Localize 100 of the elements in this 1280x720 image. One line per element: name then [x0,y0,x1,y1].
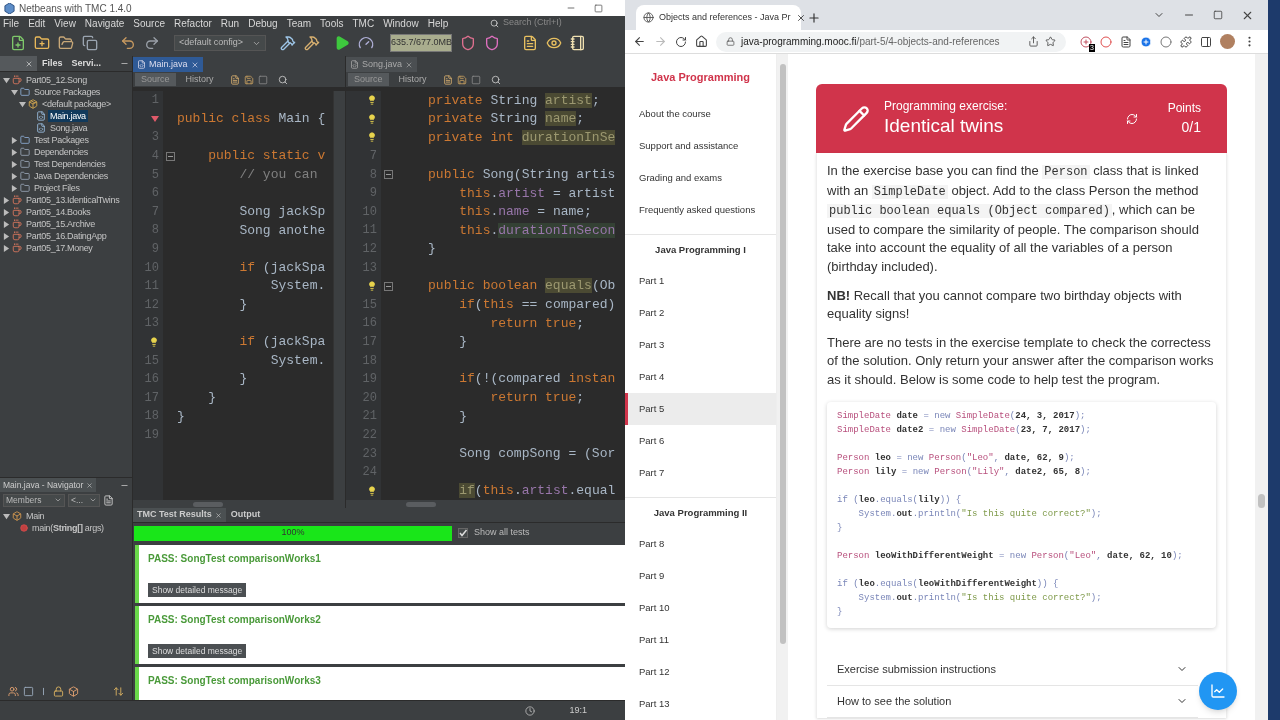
collapse-arrow-icon[interactable] [19,100,26,108]
close-icon[interactable] [795,12,806,23]
back-icon[interactable] [633,35,646,48]
lightbulb-icon[interactable] [366,132,377,143]
menu-item[interactable]: TMC [351,15,376,31]
eye-icon[interactable] [546,35,562,51]
fold-icon[interactable] [384,281,394,291]
url-text[interactable]: java-programming.mooc.fi/part-5/4-objects-and-references [741,34,1000,49]
expand-arrow-icon[interactable] [3,220,10,228]
history-dropdown[interactable]: <... [68,493,100,507]
view-tab[interactable]: History [392,73,433,86]
expand-arrow-icon[interactable] [11,160,18,168]
maximize-icon[interactable] [1213,10,1223,20]
redo-icon[interactable] [144,35,160,51]
lightbulb-icon[interactable] [366,485,377,496]
nav-link[interactable]: Part 8 [625,528,776,560]
nav-link[interactable]: Part 9 [625,560,776,592]
document-icon[interactable] [442,74,453,85]
tree-item[interactable]: Part05_14.Books [24,206,93,218]
menu-item[interactable]: Navigate [83,15,126,31]
extensions-icon[interactable] [1180,35,1192,48]
lightbulb-icon[interactable] [149,337,159,347]
sort-icon[interactable] [113,685,124,697]
menu-item[interactable]: Help [426,15,450,31]
nav-link[interactable]: Part 4 [625,361,776,393]
nav-link[interactable]: Part 13 [625,688,776,720]
tree-item[interactable]: Part05_17.Money [24,242,95,254]
details-button[interactable]: Show detailed message [148,644,247,658]
chart-button[interactable] [1199,672,1237,710]
menu-item[interactable]: Edit [27,15,47,31]
nav-link[interactable]: Part 1 [625,265,776,297]
editor-tab[interactable]: Song.java [346,57,418,72]
expand-arrow-icon[interactable] [11,136,18,144]
shield-icon[interactable] [460,35,476,51]
menu-item[interactable]: Tools [319,15,345,31]
nav-link[interactable]: Support and assistance [625,130,776,162]
tree-item[interactable]: <default package> [40,98,113,110]
nav-link[interactable]: Part 5 [625,393,776,425]
menu-item[interactable]: File [2,15,21,31]
expand-arrow-icon[interactable] [3,196,10,204]
document-icon[interactable] [103,494,114,506]
nav-link[interactable]: Part 12 [625,656,776,688]
accordion-header[interactable]: Exercise submission instructions [827,653,1198,686]
nav-link[interactable]: Frequently asked questions [625,194,776,226]
tree-item[interactable]: Part05_12.Song [24,74,89,86]
save-icon[interactable] [456,74,467,85]
tree-item[interactable]: Java Dependencies [32,170,110,182]
expand-arrow-icon[interactable] [3,208,10,216]
new-project-icon[interactable] [34,35,50,51]
tree-item[interactable]: Song.java [48,122,90,134]
config-dropdown[interactable]: <default config> [174,35,266,51]
notebook-icon[interactable] [570,35,586,51]
notification-icon[interactable] [525,705,536,716]
maximize-icon[interactable] [594,3,603,13]
tree-item[interactable]: Project Files [32,182,82,194]
lightbulb-icon[interactable] [366,281,377,292]
tree-item[interactable]: Part05_13.IdenticalTwins [24,194,122,206]
tree-item[interactable]: Part05_15.Archive [24,218,97,230]
new-file-icon[interactable] [10,35,26,51]
close-icon[interactable] [190,60,199,69]
editor-tab[interactable]: Main.java [133,57,203,72]
side-panel-icon[interactable] [1200,35,1212,48]
tree-item[interactable]: Main [24,510,47,522]
hammer-icon[interactable] [304,35,320,51]
menu-item[interactable]: Team [285,15,313,31]
lightbulb-icon[interactable] [366,95,377,106]
menu-item[interactable]: View [53,15,77,31]
collapse-arrow-icon[interactable] [11,88,18,96]
nav-link[interactable]: Part 10 [625,592,776,624]
menu-item[interactable]: Window [382,15,420,31]
lightbulb-icon[interactable] [366,113,377,124]
search-icon[interactable] [277,74,288,85]
tree-item[interactable]: Part05_16.DatingApp [24,230,109,242]
tree-item[interactable]: main(String[] args) [30,522,106,534]
browser-tab[interactable]: Objects and references - Java Pr [636,5,801,30]
gauge-icon[interactable] [358,35,374,51]
tree-item[interactable]: Dependencies [32,146,90,158]
save-icon[interactable] [243,74,254,85]
box-icon[interactable] [68,685,79,697]
view-tab[interactable]: History [179,73,220,86]
tree-item[interactable]: Main.java [48,110,88,122]
nav-link[interactable]: Part 11 [625,624,776,656]
panel-tab[interactable]: Main.java - Navigator [0,478,97,492]
tree-item[interactable]: Test Dependencies [32,158,108,170]
nav-link[interactable]: About the course [625,98,776,130]
reload-icon[interactable] [675,35,687,48]
new-tab-icon[interactable] [807,11,821,25]
open-project-icon[interactable] [58,35,74,51]
filter-dropdown[interactable]: Members [3,493,65,507]
reset-icon[interactable] [1125,112,1138,125]
undo-icon[interactable] [120,35,136,51]
extension-icon[interactable] [1080,35,1092,48]
scrollbar-thumb[interactable] [779,64,786,644]
square-icon[interactable] [23,685,34,697]
panel-tab[interactable]: TMC Test Results [133,508,226,522]
menu-item[interactable]: Refactor [173,15,213,31]
document-icon[interactable] [229,74,240,85]
nav-link[interactable]: Part 2 [625,297,776,329]
shield-icon[interactable] [484,35,500,51]
expand-arrow-icon[interactable] [11,184,18,192]
